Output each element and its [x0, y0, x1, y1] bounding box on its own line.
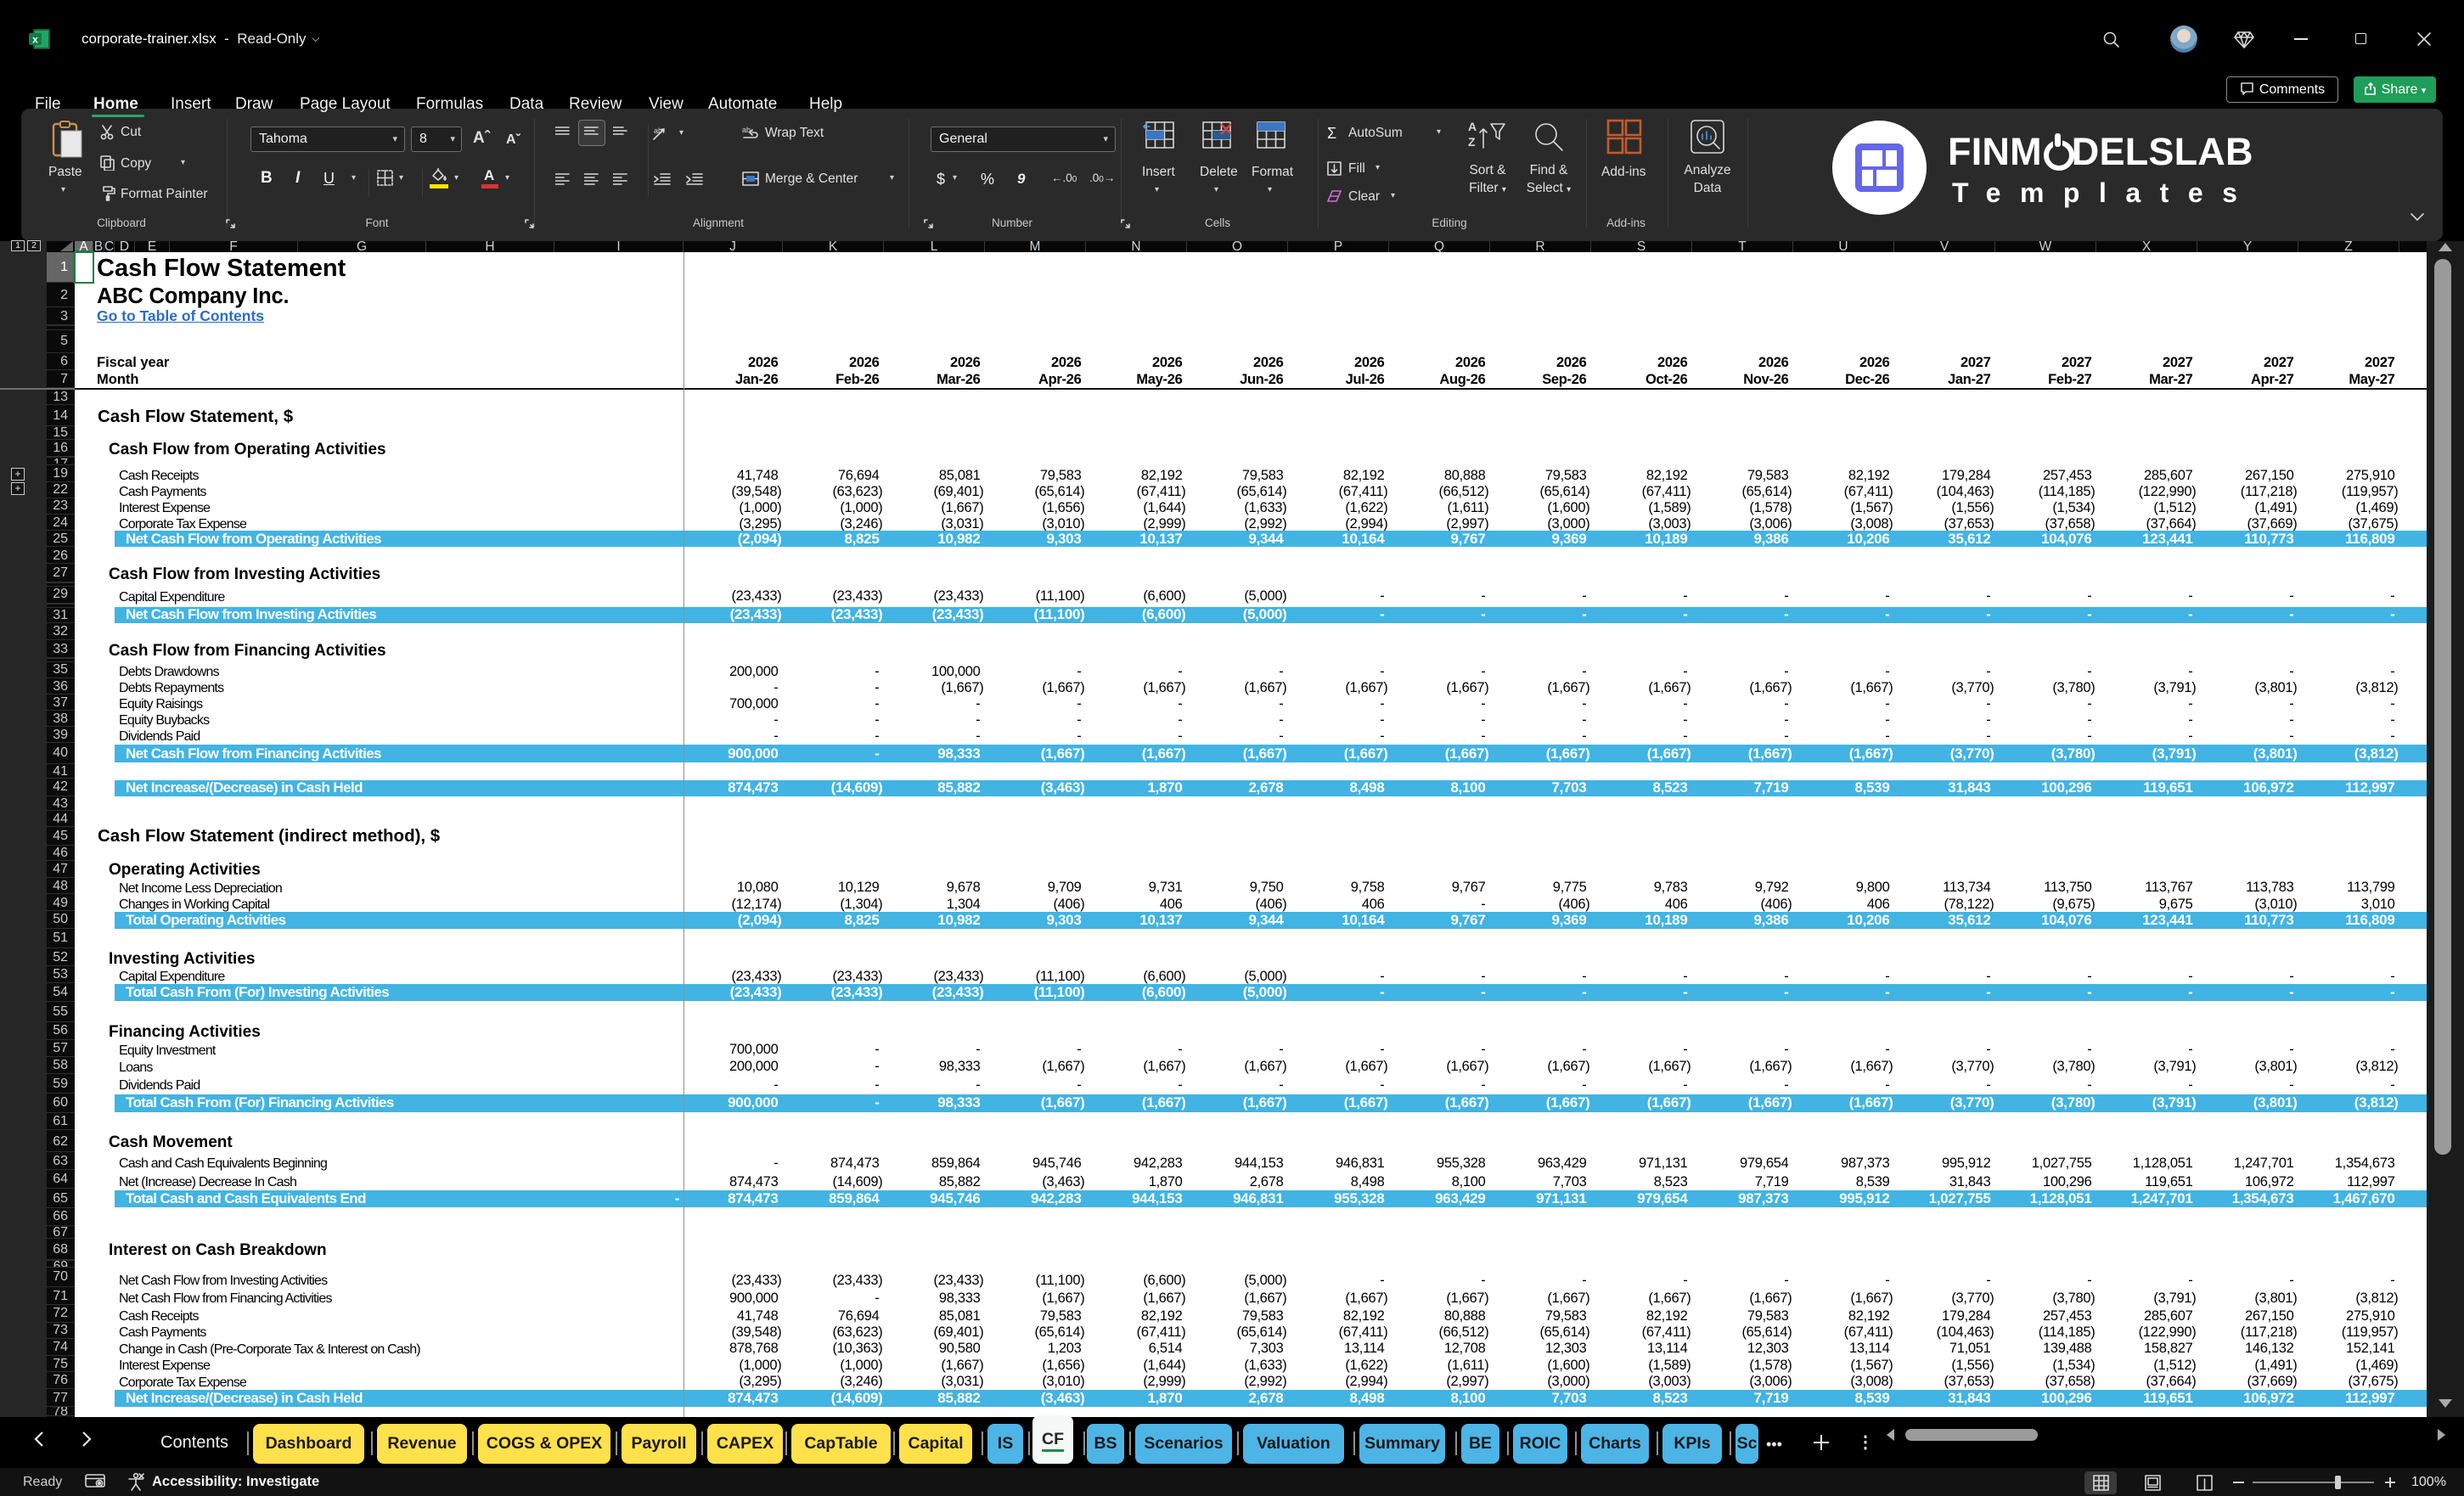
svg-text:A: A: [1468, 120, 1477, 133]
svg-text:Z: Z: [1468, 135, 1476, 149]
svg-text:x: x: [32, 34, 38, 46]
svg-text:ab: ab: [654, 127, 662, 135]
